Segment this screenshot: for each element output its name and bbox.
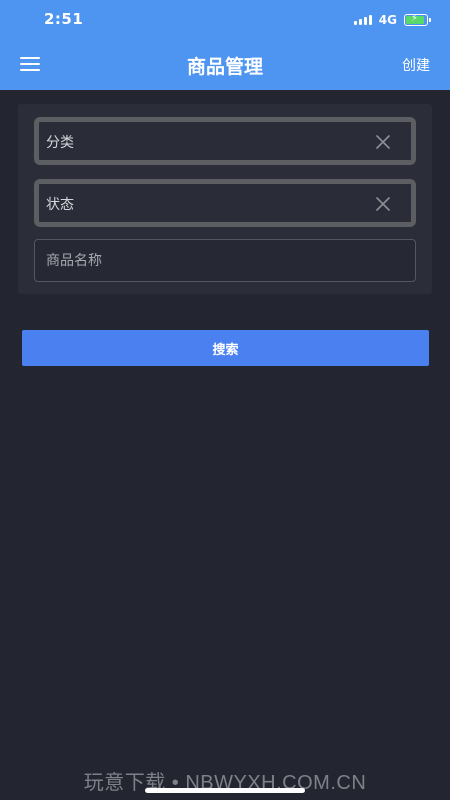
search-button[interactable]: 搜索 — [22, 330, 429, 366]
network-type: 4G — [378, 13, 397, 27]
product-name-input[interactable] — [34, 239, 416, 282]
charging-bolt-icon: ⚡ — [411, 13, 419, 24]
signal-icon — [353, 15, 372, 25]
filter-card: 分类 状态 — [18, 104, 432, 294]
close-icon[interactable] — [375, 196, 391, 212]
category-select[interactable]: 分类 — [34, 117, 416, 165]
status-time: 2:51 — [44, 10, 84, 28]
status-indicators: 4G ⚡ — [353, 12, 431, 28]
nav-bar: 商品管理 创建 — [0, 40, 450, 90]
category-select-label: 分类 — [46, 135, 74, 151]
status-bar: 2:51 4G ⚡ — [0, 0, 450, 40]
status-select[interactable]: 状态 — [34, 179, 416, 227]
create-button[interactable]: 创建 — [402, 55, 430, 75]
status-select-label: 状态 — [46, 197, 74, 213]
page-title: 商品管理 — [186, 56, 263, 78]
home-indicator — [145, 788, 305, 793]
battery-charging-icon: ⚡ — [404, 13, 431, 26]
close-icon[interactable] — [375, 134, 391, 150]
